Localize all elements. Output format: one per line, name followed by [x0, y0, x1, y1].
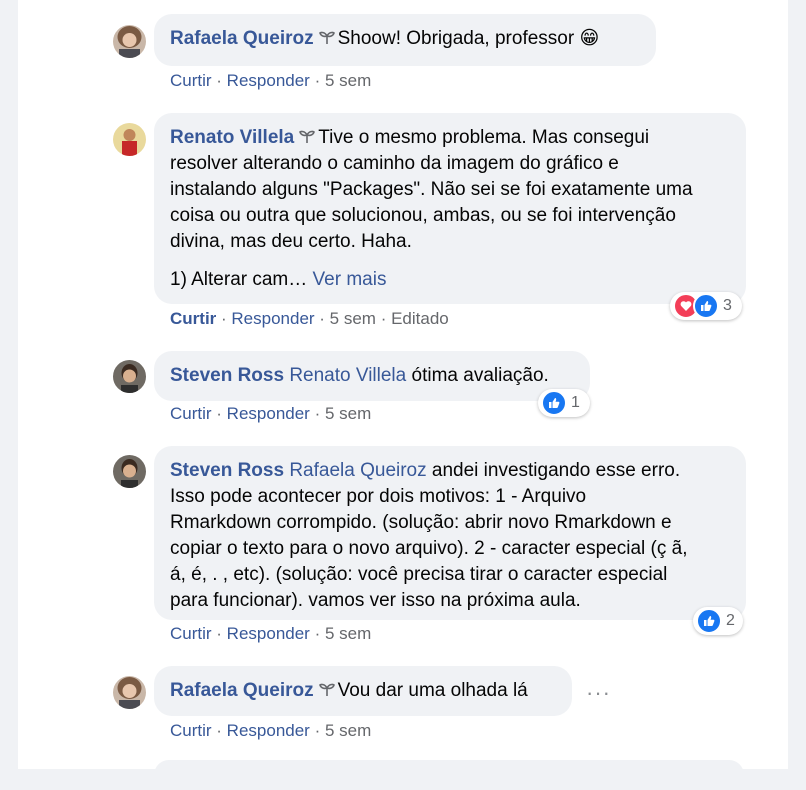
timestamp[interactable]: 5 sem	[325, 404, 371, 423]
comment-actions: Curtir · Responder · 5 sem · Editado	[170, 309, 449, 328]
more-options-icon[interactable]: ···	[586, 680, 611, 706]
comment-actions: Curtir · Responder · 5 sem	[170, 624, 372, 643]
comment-text-line: Isso pode acontecer por dois motivos: 1 …	[170, 486, 587, 507]
comment-bubble: Steven Ross Rafaela Queiroz andei invest…	[154, 446, 746, 620]
comment-text: Vou dar uma olhada lá	[337, 680, 528, 701]
reply-link[interactable]: Responder	[231, 309, 314, 328]
comment-author[interactable]: Steven Ross	[170, 460, 284, 481]
timestamp[interactable]: 5 sem	[325, 624, 371, 643]
reply-link[interactable]: Responder	[227, 71, 310, 90]
reactions-summary[interactable]: 3	[670, 292, 742, 320]
comment-text: ótima avaliação.	[411, 365, 549, 386]
timestamp[interactable]: 5 sem	[330, 309, 376, 328]
reply-link[interactable]: Responder	[227, 721, 310, 740]
next-comment-bubble	[154, 760, 744, 790]
like-link[interactable]: Curtir	[170, 404, 212, 423]
comment-author[interactable]: Steven Ross	[170, 365, 284, 386]
like-reaction-icon	[541, 390, 567, 416]
comment-text-line: instalando alguns "Packages". Não sei se…	[170, 179, 693, 200]
comment-text-line: para funcionar). vamos ver isso na próxi…	[170, 590, 581, 611]
comment-bubble: Steven Ross Renato Villela ótima avaliaç…	[154, 351, 590, 401]
mention-link[interactable]: Renato Villela	[289, 365, 406, 386]
comment-text-line: resolver alterando o caminho da imagem d…	[170, 153, 619, 174]
like-reaction-icon	[693, 293, 719, 319]
see-more-link[interactable]: Ver mais	[313, 269, 387, 290]
reactions-summary[interactable]: 2	[693, 607, 743, 635]
like-link[interactable]: Curtir	[170, 624, 212, 643]
avatar-rafaela[interactable]	[113, 676, 146, 709]
comment-text-line: divina, mas deu certo. Haha.	[170, 231, 412, 252]
truncated-text: 1) Alterar cam…	[170, 269, 308, 290]
top-fan-badge-icon	[318, 680, 336, 698]
top-fan-badge-icon	[298, 127, 316, 145]
reply-link[interactable]: Responder	[227, 404, 310, 423]
comment-text-line: Rmarkdown corrompido. (solução: abrir no…	[170, 512, 672, 533]
reply-link[interactable]: Responder	[227, 624, 310, 643]
like-link[interactable]: Curtir	[170, 71, 212, 90]
comment-text-line: Tive o mesmo problema. Mas consegui	[318, 127, 650, 148]
reaction-count: 3	[723, 297, 732, 314]
mention-link[interactable]: Rafaela Queiroz	[289, 460, 426, 481]
comment-bubble: Rafaela Queiroz Vou dar uma olhada lá	[154, 666, 572, 716]
avatar-rafaela[interactable]	[113, 25, 146, 58]
comment-text-line: á, é, . , etc). (solução: você precisa t…	[170, 564, 668, 585]
top-fan-badge-icon	[318, 28, 336, 46]
reactions-summary[interactable]: 1	[538, 389, 590, 417]
timestamp[interactable]: 5 sem	[325, 721, 371, 740]
edited-label[interactable]: Editado	[391, 309, 449, 328]
comment-author[interactable]: Rafaela Queiroz	[170, 680, 314, 701]
comment-text-line: andei investigando esse erro.	[431, 460, 681, 481]
like-link[interactable]: Curtir	[170, 721, 212, 740]
comment-text-line: coisa ou outra que solucionou, ambas, ou…	[170, 205, 676, 226]
comment-author[interactable]: Renato Villela	[170, 127, 294, 148]
reaction-count: 2	[726, 612, 735, 629]
like-reaction-icon	[696, 608, 722, 634]
avatar-steven[interactable]	[113, 360, 146, 393]
grinning-emoji: 😁	[579, 28, 600, 49]
comment-actions: Curtir · Responder · 5 sem	[170, 71, 372, 90]
comment-bubble: Rafaela Queiroz Shoow! Obrigada, professo…	[154, 14, 656, 66]
comment-bubble: Renato Villela Tive o mesmo problema. Mas…	[154, 113, 746, 304]
avatar-steven[interactable]	[113, 455, 146, 488]
comment-actions: Curtir · Responder · 5 sem	[170, 404, 372, 423]
comment-author[interactable]: Rafaela Queiroz	[170, 28, 314, 49]
comment-text-line: copiar o texto para o novo arquivo). 2 -…	[170, 538, 688, 559]
reaction-count: 1	[571, 394, 580, 411]
comment-text: Shoow! Obrigada, professor	[337, 28, 575, 49]
timestamp[interactable]: 5 sem	[325, 71, 371, 90]
comment-actions: Curtir · Responder · 5 sem	[170, 721, 372, 740]
avatar-renato[interactable]	[113, 123, 146, 156]
like-link[interactable]: Curtir	[170, 309, 216, 328]
